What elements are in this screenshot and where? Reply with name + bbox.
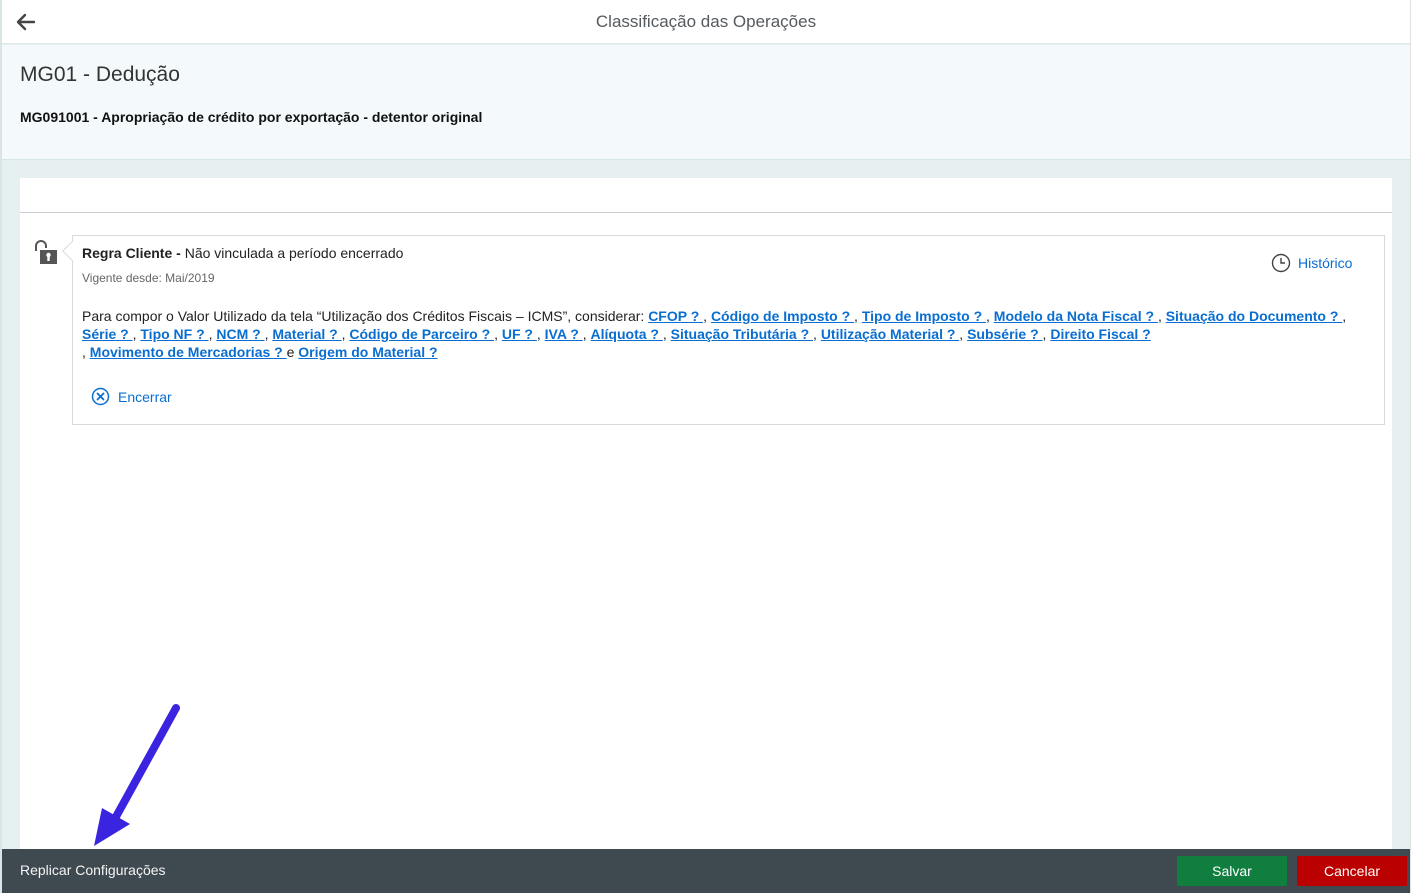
- separator: ,: [813, 326, 821, 342]
- link-uf[interactable]: UF ?: [502, 326, 537, 342]
- link-situacao-documento[interactable]: Situação do Documento ?: [1166, 308, 1343, 324]
- separator: ,: [959, 326, 968, 342]
- conjunction: e: [286, 344, 299, 360]
- description-intro: Para compor o Valor Utilizado da tela “U…: [82, 308, 649, 324]
- separator: ,: [536, 326, 545, 342]
- panel-divider: [20, 212, 1392, 213]
- scrollbar-track[interactable]: [1410, 0, 1420, 893]
- link-cfop[interactable]: CFOP ?: [648, 308, 703, 324]
- card-notch: [62, 241, 82, 261]
- save-button[interactable]: Salvar: [1177, 856, 1287, 886]
- object-header: MG01 - Dedução MG091001 - Apropriação de…: [2, 45, 1410, 160]
- unlocked-padlock-icon: [35, 240, 57, 264]
- separator: ,: [854, 308, 862, 324]
- link-iva[interactable]: IVA ?: [545, 326, 583, 342]
- rule-heading: Regra Cliente - Não vinculada a período …: [82, 245, 403, 261]
- separator: ,: [1157, 308, 1166, 324]
- close-rule-label: Encerrar: [118, 388, 172, 405]
- link-codigo-imposto[interactable]: Código de Imposto ?: [711, 308, 854, 324]
- separator: ,: [703, 308, 711, 324]
- link-direito-fiscal[interactable]: Direito Fiscal ?: [1050, 326, 1150, 342]
- link-subserie[interactable]: Subsérie ?: [967, 326, 1042, 342]
- separator: ,: [82, 344, 90, 360]
- link-codigo-parceiro[interactable]: Código de Parceiro ?: [349, 326, 494, 342]
- cancel-button[interactable]: Cancelar: [1297, 856, 1407, 886]
- rule-description: Para compor o Valor Utilizado da tela “U…: [82, 307, 1377, 361]
- link-serie[interactable]: Série ?: [82, 326, 133, 342]
- footer-toolbar: Replicar Configurações Salvar Cancelar: [2, 849, 1410, 893]
- history-link[interactable]: Histórico: [1271, 253, 1352, 273]
- link-tipo-nf[interactable]: Tipo NF ?: [140, 326, 208, 342]
- close-rule-button[interactable]: Encerrar: [91, 387, 172, 406]
- page-title: Classificação das Operações: [595, 12, 817, 31]
- link-situacao-tributaria[interactable]: Situação Tributária ?: [671, 326, 813, 342]
- link-movimento-mercadorias[interactable]: Movimento de Mercadorias ?: [90, 344, 287, 360]
- link-origem-material[interactable]: Origem do Material ?: [298, 344, 437, 360]
- link-aliquota[interactable]: Alíquota ?: [591, 326, 663, 342]
- link-ncm[interactable]: NCM ?: [216, 326, 264, 342]
- app-window: Classificação das Operações MG01 - Deduç…: [0, 0, 1410, 893]
- separator: ,: [986, 308, 994, 324]
- object-title: MG01 - Dedução: [20, 63, 180, 86]
- rule-card: Regra Cliente - Não vinculada a período …: [62, 235, 1385, 425]
- separator: ,: [662, 326, 671, 342]
- object-subtitle: MG091001 - Apropriação de crédito por ex…: [20, 109, 483, 125]
- link-material[interactable]: Material ?: [272, 326, 341, 342]
- separator: ,: [494, 326, 502, 342]
- separator: ,: [582, 326, 591, 342]
- history-label: Histórico: [1298, 255, 1353, 271]
- replicate-settings-button[interactable]: Replicar Configurações: [20, 862, 166, 878]
- clock-icon: [1271, 253, 1291, 273]
- top-bar: Classificação das Operações: [2, 0, 1410, 44]
- content-panel: Regra Cliente - Não vinculada a período …: [20, 178, 1392, 858]
- rule-status: Não vinculada a período encerrado: [180, 245, 404, 261]
- link-utilizacao-material[interactable]: Utilização Material ?: [821, 326, 959, 342]
- link-modelo-nota-fiscal[interactable]: Modelo da Nota Fiscal ?: [994, 308, 1158, 324]
- rule-valid-since: Vigente desde: Mai/2019: [82, 271, 215, 285]
- separator: ,: [1342, 308, 1347, 324]
- circle-x-icon: [91, 387, 110, 406]
- link-tipo-imposto[interactable]: Tipo de Imposto ?: [862, 308, 986, 324]
- rule-label: Regra Cliente -: [82, 245, 181, 261]
